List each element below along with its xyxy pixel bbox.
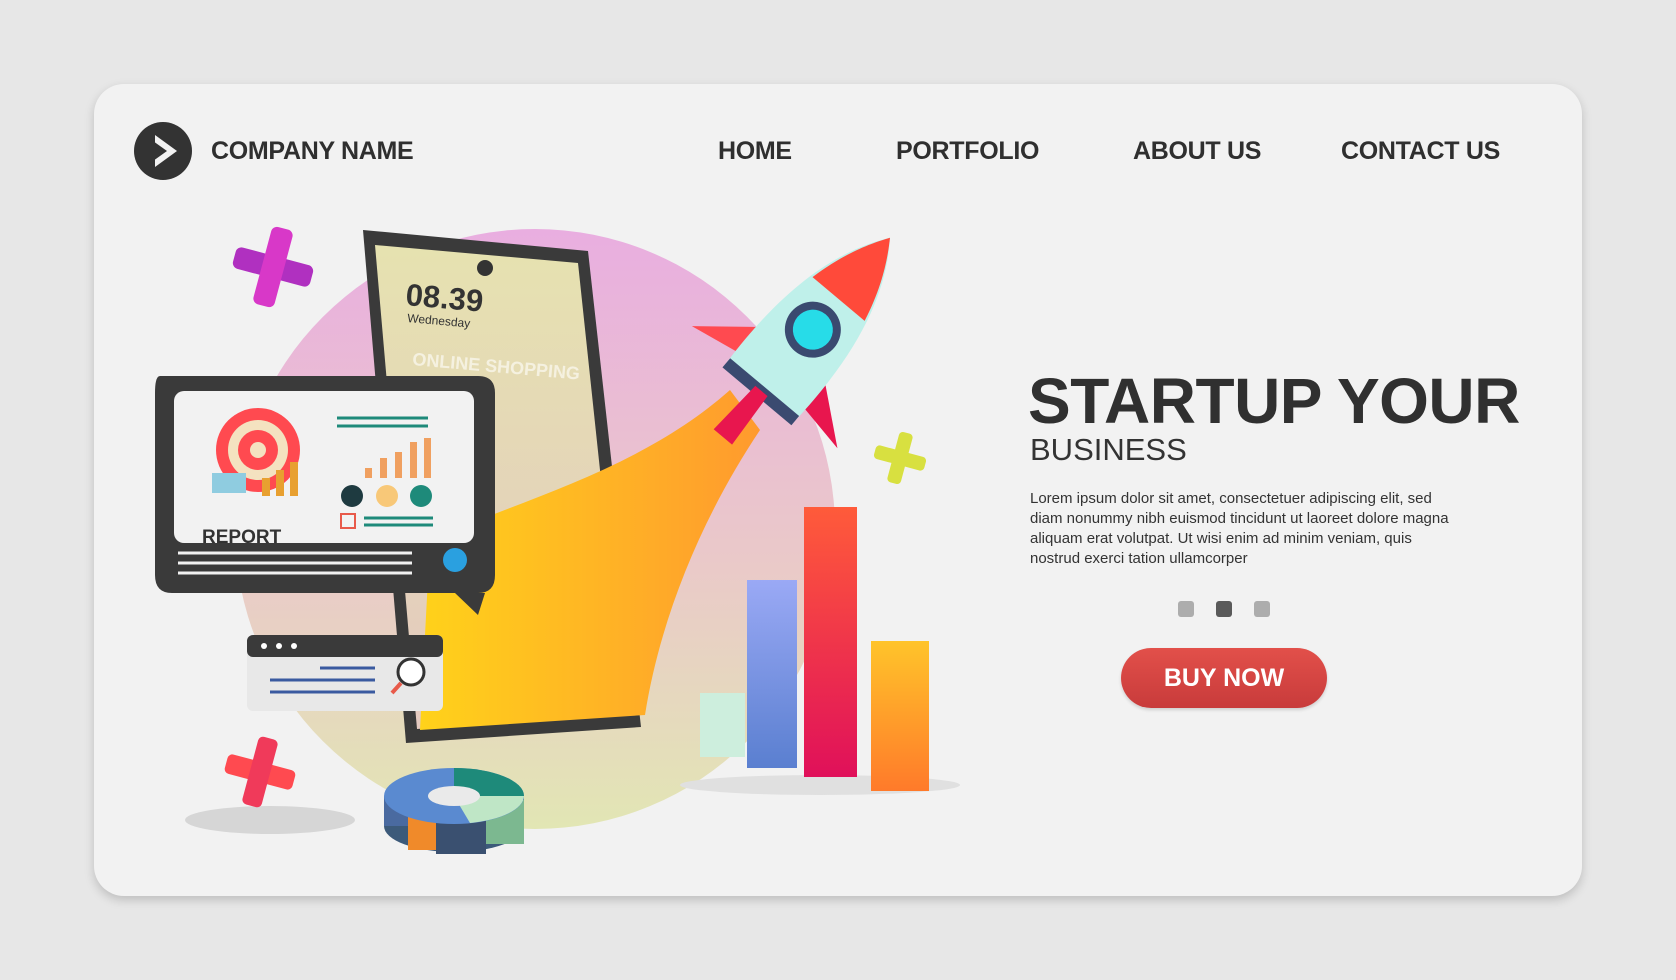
bar-mint bbox=[700, 693, 745, 757]
hero-title: STARTUP YOUR bbox=[1028, 365, 1520, 437]
hero-description: Lorem ipsum dolor sit amet, consectetuer… bbox=[1030, 490, 1449, 567]
avatar bbox=[443, 548, 467, 572]
nav-about-us[interactable]: ABOUT US bbox=[1133, 137, 1261, 166]
magnifier-icon bbox=[396, 657, 426, 687]
report-label: REPORT bbox=[202, 527, 282, 548]
plus-decoration-red bbox=[224, 736, 296, 808]
report-card: REPORT bbox=[155, 376, 495, 615]
bar-blue bbox=[747, 580, 797, 768]
carousel-dot-2[interactable] bbox=[1216, 601, 1232, 617]
nav-contact-us[interactable]: CONTACT US bbox=[1341, 137, 1500, 166]
bar-orange bbox=[871, 641, 929, 791]
bar-red bbox=[804, 507, 857, 777]
company-name: COMPANY NAME bbox=[211, 137, 414, 165]
plus-decoration-magenta bbox=[232, 226, 314, 308]
hero-subtitle: BUSINESS bbox=[1030, 432, 1187, 467]
company-logo-icon bbox=[134, 122, 192, 180]
buy-now-button[interactable]: BUY NOW bbox=[1121, 648, 1327, 708]
camera-icon bbox=[477, 260, 493, 276]
plus-decoration-yellow bbox=[873, 431, 927, 485]
donut-chart-graphic bbox=[384, 768, 524, 854]
carousel-dot-1[interactable] bbox=[1178, 601, 1194, 617]
search-window bbox=[247, 635, 443, 711]
carousel-dot-3[interactable] bbox=[1254, 601, 1270, 617]
nav-home[interactable]: HOME bbox=[718, 137, 792, 166]
shadow bbox=[185, 806, 355, 834]
nav-portfolio[interactable]: PORTFOLIO bbox=[896, 137, 1039, 166]
